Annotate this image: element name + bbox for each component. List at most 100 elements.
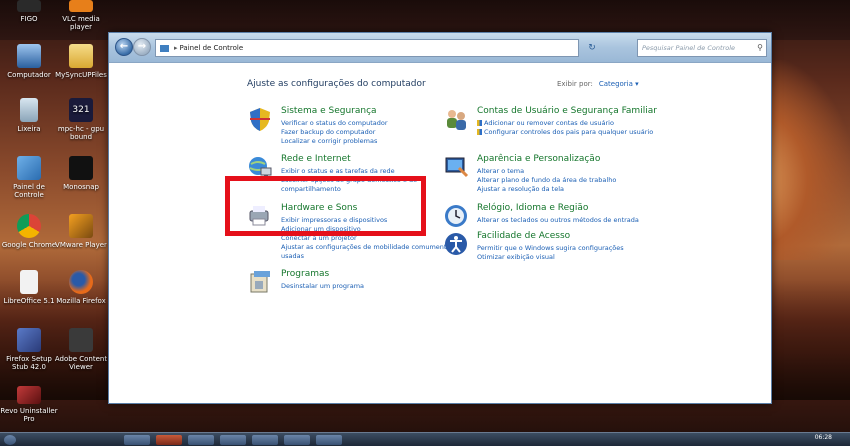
taskbar-clock[interactable]: 06:28 (815, 434, 832, 441)
taskbar-item[interactable] (156, 435, 182, 445)
category-title[interactable]: Relógio, Idioma e Região (477, 203, 588, 213)
desktop-icon-firefox-setup[interactable]: Firefox Setup Stub 42.0 (0, 328, 58, 371)
desktop-icon-mpc[interactable]: 321 mpc-hc - gpu bound (52, 98, 110, 141)
taskbar-item[interactable] (124, 435, 150, 445)
figo-icon (17, 0, 41, 12)
breadcrumb-chevron-icon[interactable]: ▸ (174, 44, 178, 52)
category-title[interactable]: Facilidade de Acesso (477, 231, 570, 241)
programs-icon[interactable] (247, 269, 273, 295)
desktop-icon-label: Painel de Controle (13, 183, 45, 199)
desktop-icon-firefox[interactable]: Mozilla Firefox (52, 270, 110, 305)
category-title[interactable]: Rede e Internet (281, 154, 351, 164)
folder-icon (69, 44, 93, 68)
category-links: Verificar o status do computador Fazer b… (281, 119, 461, 146)
desktop-icon-label: Computador (7, 71, 51, 79)
desktop-icon-label: MySyncUPFiles (55, 71, 107, 79)
desktop-icon-adobe[interactable]: Adobe Content Viewer (52, 328, 110, 371)
desktop-icon-label: Google Chrome (1, 241, 57, 249)
view-by-label: Exibir por: (557, 80, 593, 88)
recycle-bin-icon (20, 98, 38, 122)
clock-globe-icon[interactable] (443, 203, 469, 229)
desktop-icon-label: mpc-hc - gpu bound (57, 125, 105, 141)
desktop-icon-computador[interactable]: Computador (0, 44, 58, 79)
category-title[interactable]: Sistema e Segurança (281, 106, 377, 116)
mpc-icon: 321 (69, 98, 93, 122)
category-link[interactable]: Alterar plano de fundo da área de trabal… (477, 176, 657, 185)
desktop-icon-libreoffice[interactable]: LibreOffice 5.1 (0, 270, 58, 305)
desktop-icon-vmware[interactable]: VMware Player (52, 214, 110, 249)
desktop-icon-lixeira[interactable]: Lixeira (0, 98, 58, 133)
back-button[interactable]: ← (115, 38, 133, 56)
highlight-box (225, 176, 426, 236)
desktop-icon-label: Monosnap (63, 183, 99, 191)
forward-button[interactable]: → (133, 38, 151, 56)
category-links: Alterar os teclados ou outros métodos de… (477, 216, 657, 225)
category-title[interactable]: Aparência e Personalização (477, 154, 600, 164)
category-link[interactable]: Adicionar ou remover contas de usuário (477, 119, 657, 128)
category-link[interactable]: Ajustar as configurações de mobilidade c… (281, 243, 461, 261)
desktop-icon-painel[interactable]: Painel de Controle (0, 156, 58, 199)
address-bar[interactable]: ▸ Painel de Controle (155, 39, 579, 57)
accessibility-icon[interactable] (443, 231, 469, 257)
category-links: Adicionar ou remover contas de usuário C… (477, 119, 657, 137)
security-icon[interactable] (247, 106, 273, 132)
category-link[interactable]: Alterar os teclados ou outros métodos de… (477, 216, 657, 225)
page-title: Ajuste as configurações do computador (247, 79, 426, 89)
desktop-icon-label: FIGO (20, 15, 38, 23)
desktop-icon-figo[interactable]: FIGO (0, 0, 58, 23)
category-links: Permitir que o Windows sugira configuraç… (477, 244, 657, 262)
desktop-icon-label: Adobe Content Viewer (54, 355, 108, 371)
desktop-icon-label: Lixeira (17, 125, 41, 133)
chrome-icon (17, 214, 41, 238)
view-by-value: Categoria (598, 80, 633, 88)
search-placeholder: Pesquisar Painel de Controle (642, 44, 735, 52)
category-link[interactable]: Desinstalar um programa (281, 282, 461, 291)
control-panel-content: Ajuste as configurações do computador Ex… (109, 64, 771, 403)
category-link[interactable]: Otimizar exibição visual (477, 253, 657, 262)
taskbar-item[interactable] (316, 435, 342, 445)
taskbar-item[interactable] (284, 435, 310, 445)
window-toolbar: ← → ▸ Painel de Controle ↻ Pesquisar Pain… (109, 33, 771, 63)
desktop-icon-label: VLC media player (62, 15, 100, 31)
desktop-icon-mysyncupfiles[interactable]: MySyncUPFiles (52, 44, 110, 79)
users-icon[interactable] (443, 106, 469, 132)
category-link[interactable]: Fazer backup do computador (281, 128, 461, 137)
desktop-icon-vlc[interactable]: VLC media player (52, 0, 110, 31)
start-button[interactable] (4, 435, 16, 445)
category-link[interactable]: Permitir que o Windows sugira configuraç… (477, 244, 657, 253)
taskbar-item[interactable] (188, 435, 214, 445)
search-icon[interactable]: ⚲ (757, 40, 763, 56)
category-title[interactable]: Programas (281, 269, 329, 279)
control-panel-icon (17, 156, 41, 180)
control-panel-folder-icon (160, 44, 169, 52)
refresh-icon[interactable]: ↻ (585, 39, 599, 57)
desktop-icon-chrome[interactable]: Google Chrome (0, 214, 58, 249)
desktop-icon-revo[interactable]: Revo Uninstaller Pro (0, 386, 58, 423)
view-by-dropdown[interactable]: Categoria ▾ (599, 80, 639, 88)
desktop-icon-label: VMware Player (55, 241, 107, 249)
setup-icon (17, 328, 41, 352)
desktop-icon-label: Mozilla Firefox (56, 297, 106, 305)
firefox-icon (69, 270, 93, 294)
desktop-icon-label: Firefox Setup Stub 42.0 (6, 355, 52, 371)
monosnap-icon (69, 156, 93, 180)
category-link[interactable]: Exibir o status e as tarefas da rede (281, 167, 461, 176)
category-link[interactable]: Configurar controles dos pais para qualq… (477, 128, 657, 137)
taskbar-item[interactable] (220, 435, 246, 445)
category-title[interactable]: Contas de Usuário e Segurança Familiar (477, 106, 657, 116)
computer-icon (17, 44, 41, 68)
adobe-icon (69, 328, 93, 352)
vmware-icon (69, 214, 93, 238)
search-input[interactable]: Pesquisar Painel de Controle ⚲ (637, 39, 767, 57)
desktop-icon-monosnap[interactable]: Monosnap (52, 156, 110, 191)
category-link[interactable]: Localizar e corrigir problemas (281, 137, 461, 146)
taskbar: 06:28 (0, 432, 850, 446)
category-link[interactable]: Verificar o status do computador (281, 119, 461, 128)
category-link[interactable]: Ajustar a resolução da tela (477, 185, 657, 194)
category-link[interactable]: Alterar o tema (477, 167, 657, 176)
appearance-icon[interactable] (443, 154, 469, 180)
taskbar-item[interactable] (252, 435, 278, 445)
desktop-icon-label: Revo Uninstaller Pro (0, 407, 58, 423)
view-by: Exibir por: Categoria ▾ (557, 80, 639, 88)
breadcrumb-item[interactable]: Painel de Controle (180, 44, 244, 52)
